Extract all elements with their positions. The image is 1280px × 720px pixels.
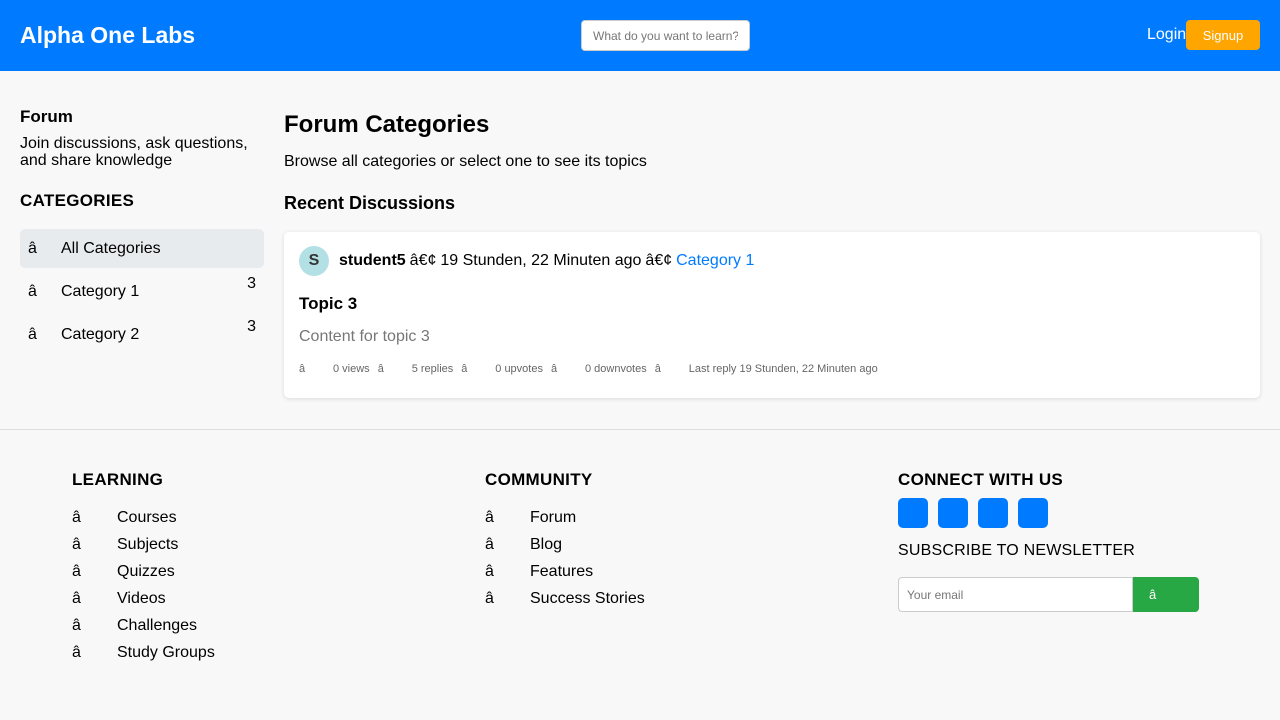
social-links — [898, 498, 1199, 528]
author-name: student5 — [339, 252, 406, 269]
star-icon: â — [485, 562, 494, 580]
brand-logo[interactable]: Alpha One Labs — [20, 22, 195, 49]
footer-connect: CONNECT WITH US SUBSCRIBE TO NEWSLETTER … — [898, 470, 1199, 612]
signup-button[interactable]: Signup — [1186, 20, 1260, 50]
category-label: Category 2 — [61, 325, 140, 343]
downvotes-stat: â 0 downvotes — [551, 363, 655, 375]
footer-link-videos[interactable]: â Videos — [72, 585, 215, 612]
footer-link-forum[interactable]: â Forum — [485, 504, 645, 531]
folder-icon: â — [28, 325, 37, 343]
footer-community-title: COMMUNITY — [485, 470, 593, 489]
sidebar-description: Join discussions, ask questions, and sha… — [20, 135, 248, 169]
footer-learning: LEARNING â Courses â Subjects â Quizzes â Vi… — [72, 470, 215, 666]
tag-icon: â — [72, 535, 81, 553]
newsletter-email-input[interactable] — [898, 577, 1133, 612]
page-title: Forum Categories — [284, 111, 490, 138]
footer-link-features[interactable]: â Features — [485, 558, 645, 585]
footer-connect-title: CONNECT WITH US — [898, 470, 1064, 489]
forum-sidebar: Forum Join discussions, ask questions, a… — [20, 107, 264, 358]
category-item-2[interactable]: â Category 2 3 — [20, 315, 264, 354]
meta-separator: â€¢ — [645, 252, 673, 269]
users-icon: â — [72, 643, 81, 661]
social-icon-4[interactable] — [1018, 498, 1048, 528]
footer-learning-title: LEARNING — [72, 470, 164, 489]
category-count: 3 — [247, 275, 256, 292]
category-list: â All Categories â Category 1 3 â Catego… — [20, 229, 264, 354]
sidebar-title: Forum — [20, 107, 73, 126]
forum-main: Forum Categories Browse all categories o… — [284, 111, 1260, 398]
question-icon: â — [72, 562, 81, 580]
footer-link-label[interactable]: Subjects — [117, 536, 178, 554]
post-time: 19 Stunden, 22 Minuten ago — [440, 252, 642, 269]
login-link[interactable]: Login — [1147, 26, 1186, 44]
footer-link-label[interactable]: Challenges — [117, 617, 197, 635]
page-subtitle: Browse all categories or select one to s… — [284, 153, 647, 170]
footer-link-blog[interactable]: â Blog — [485, 531, 645, 558]
footer-community: COMMUNITY â Forum â Blog â Features â Succes… — [485, 470, 645, 612]
newsletter-form: â — [898, 577, 1199, 612]
discussion-card[interactable]: S student5 â€¢ 19 Stunden, 22 Minuten ag… — [284, 232, 1260, 398]
categories-heading: CATEGORIES — [20, 191, 135, 210]
replies-stat: â 5 replies — [378, 363, 462, 375]
footer-link-label[interactable]: Forum — [530, 509, 576, 527]
footer: LEARNING â Courses â Subjects â Quizzes â Vi… — [0, 429, 1280, 720]
discussion-meta: S student5 â€¢ 19 Stunden, 22 Minuten ag… — [299, 246, 1245, 276]
footer-link-label[interactable]: Features — [530, 563, 593, 581]
award-icon: â — [485, 589, 494, 607]
thumbs-up-icon: â — [461, 363, 468, 375]
upvotes-stat: â 0 upvotes — [461, 363, 551, 375]
recent-discussions-heading: Recent Discussions — [284, 193, 456, 213]
eye-icon: â — [299, 363, 306, 375]
folder-icon: â — [28, 239, 37, 257]
footer-link-courses[interactable]: â Courses — [72, 504, 215, 531]
views-count: 0 views — [333, 363, 370, 375]
footer-link-label[interactable]: Quizzes — [117, 563, 175, 581]
blog-icon: â — [485, 535, 494, 553]
avatar: S — [299, 246, 329, 276]
footer-link-challenges[interactable]: â Challenges — [72, 612, 215, 639]
meta-separator: â€¢ — [409, 252, 437, 269]
top-navbar: Alpha One Labs Login Signup — [0, 0, 1280, 71]
category-label: All Categories — [61, 239, 161, 257]
social-icon-2[interactable] — [938, 498, 968, 528]
thumbs-down-icon: â — [550, 363, 558, 375]
category-label: Category 1 — [61, 282, 140, 300]
footer-link-label[interactable]: Blog — [530, 536, 562, 554]
footer-link-quizzes[interactable]: â Quizzes — [72, 558, 215, 585]
footer-learning-list: â Courses â Subjects â Quizzes â Videos â Cha… — [72, 504, 215, 666]
topic-stats: â 0 views â 5 replies â 0 upvotes â 0 do… — [299, 363, 1245, 375]
downvotes-count: 0 downvotes — [584, 363, 647, 375]
book-icon: â — [72, 508, 81, 526]
topic-title[interactable]: Topic 3 — [299, 294, 1245, 314]
footer-link-success-stories[interactable]: â Success Stories — [485, 585, 645, 612]
replies-count: 5 replies — [411, 363, 454, 375]
comment-icon: â — [377, 363, 384, 375]
category-count: 3 — [247, 318, 256, 335]
topic-content: Content for topic 3 — [299, 328, 430, 345]
footer-community-list: â Forum â Blog â Features â Success Stories — [485, 504, 645, 612]
newsletter-title: SUBSCRIBE TO NEWSLETTER — [898, 542, 1135, 559]
category-item-1[interactable]: â Category 1 3 — [20, 272, 264, 311]
clock-icon: â — [654, 363, 661, 375]
category-item-all[interactable]: â All Categories — [20, 229, 264, 268]
footer-link-label[interactable]: Success Stories — [530, 590, 645, 608]
social-icon-3[interactable] — [978, 498, 1008, 528]
views-stat: â 0 views — [299, 363, 378, 375]
footer-link-label[interactable]: Study Groups — [117, 644, 215, 662]
trophy-icon: â — [72, 616, 81, 634]
video-icon: â — [72, 589, 81, 607]
footer-link-study-groups[interactable]: â Study Groups — [72, 639, 215, 666]
social-icon-1[interactable] — [898, 498, 928, 528]
folder-icon: â — [28, 282, 37, 300]
footer-link-label[interactable]: Courses — [117, 509, 177, 527]
upvotes-count: 0 upvotes — [495, 363, 543, 375]
newsletter-subscribe-button[interactable]: â — [1133, 577, 1199, 612]
search-input[interactable] — [581, 20, 750, 51]
footer-link-subjects[interactable]: â Subjects — [72, 531, 215, 558]
category-link[interactable]: Category 1 — [676, 252, 754, 270]
last-reply-time: Last reply 19 Stunden, 22 Minuten ago — [688, 363, 878, 375]
footer-link-label[interactable]: Videos — [117, 590, 166, 608]
last-reply-stat: â Last reply 19 Stunden, 22 Minuten ago — [655, 363, 886, 375]
comments-icon: â — [485, 508, 494, 526]
